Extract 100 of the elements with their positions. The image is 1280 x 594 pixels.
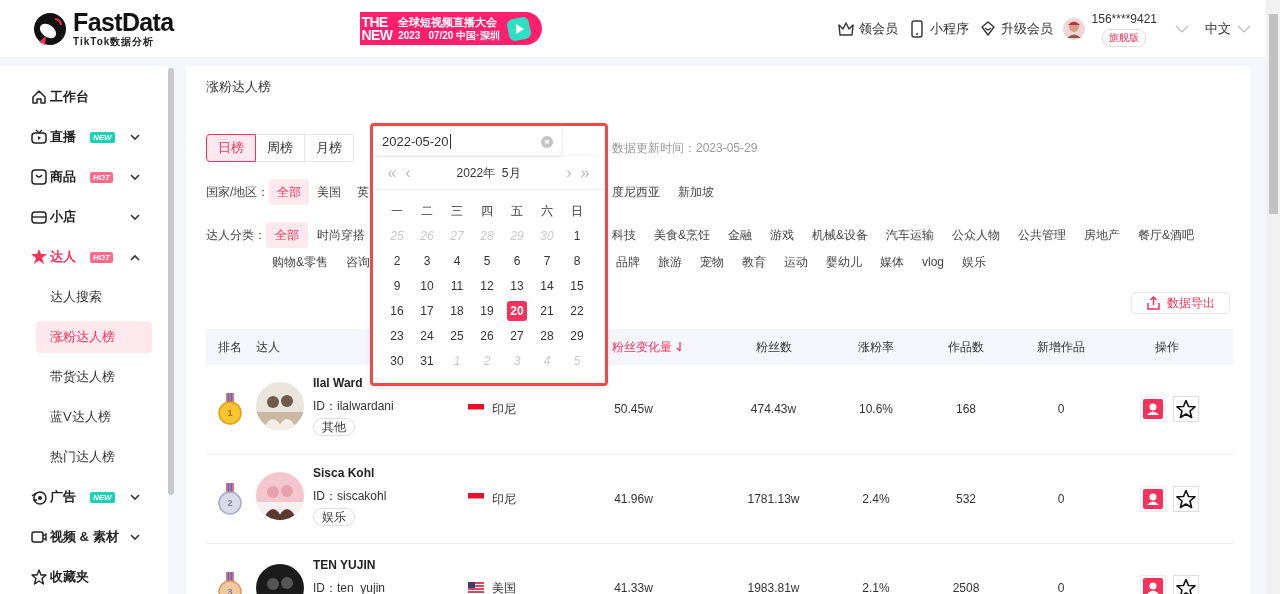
filter-option[interactable]: 美食&烹饪	[645, 222, 719, 248]
filter-option[interactable]: 购物&零售	[263, 249, 337, 275]
calendar-day[interactable]: 17	[417, 300, 437, 321]
calendar-day[interactable]: 7	[537, 250, 557, 271]
sidebar-subitem[interactable]: 达人搜索	[36, 281, 152, 313]
calendar-day[interactable]: 28	[537, 325, 557, 346]
filter-option[interactable]: 汽车运输	[877, 222, 944, 248]
nav-link[interactable]: 小程序	[907, 18, 969, 39]
calendar-day[interactable]: 4	[447, 250, 467, 271]
creator-name[interactable]: TEN YUJIN	[313, 555, 376, 574]
sidebar-subitem[interactable]: 热门达人榜	[36, 441, 152, 473]
calendar-day[interactable]: 9	[387, 275, 407, 296]
calendar-day[interactable]: 24	[417, 325, 437, 346]
filter-option[interactable]: 度尼西亚	[603, 179, 669, 205]
sidebar-item[interactable]: 工作台	[0, 77, 168, 117]
calendar-day[interactable]: 2	[387, 250, 407, 271]
promo-banner[interactable]: THE NEW 全球短视频直播大会 2023 07/20 中国·深圳	[359, 12, 542, 45]
calendar-day[interactable]: 22	[567, 300, 587, 321]
column-header[interactable]: 达人	[256, 338, 280, 356]
filter-option[interactable]: 游戏	[761, 222, 803, 248]
calendar-day[interactable]: 5	[477, 250, 497, 271]
sidebar-item[interactable]: 达人 HOT	[0, 237, 168, 277]
column-header[interactable]: 作品数	[948, 338, 984, 356]
filter-option[interactable]: 机械&设备	[803, 222, 878, 248]
filter-option[interactable]: 旅游	[649, 249, 691, 275]
filter-option[interactable]: 宠物	[691, 249, 733, 275]
filter-option[interactable]: 时尚穿搭	[308, 222, 374, 248]
sidebar-subitem[interactable]: 蓝V达人榜	[36, 401, 152, 433]
column-header[interactable]: 粉丝变化量	[612, 338, 684, 356]
calendar-day[interactable]: 19	[477, 300, 497, 321]
calendar-day[interactable]: 12	[477, 275, 497, 296]
filter-option[interactable]: 公众人物	[943, 222, 1010, 248]
creator-name[interactable]: Ilal Ward	[313, 374, 363, 393]
calendar-day[interactable]: 3	[417, 250, 437, 271]
sidebar-item[interactable]: 商品 HOT	[0, 157, 168, 197]
favorite-button[interactable]	[1172, 396, 1199, 423]
language-select[interactable]: 中文	[1205, 18, 1251, 39]
filter-option[interactable]: 科技	[603, 222, 645, 248]
sidebar-subitem[interactable]: 带货达人榜	[36, 361, 152, 393]
chevron-down-icon	[1237, 23, 1251, 34]
filter-option[interactable]: 运动	[775, 249, 817, 275]
calendar-day[interactable]: 20	[507, 300, 527, 321]
calendar-day[interactable]: 13	[507, 275, 527, 296]
filter-option[interactable]: 公共管理	[1009, 222, 1076, 248]
column-header[interactable]: 排名	[218, 338, 242, 356]
filter-option[interactable]: 美国	[309, 179, 350, 205]
calendar-day[interactable]: 14	[537, 275, 557, 296]
creator-name[interactable]: Sisca Kohl	[313, 463, 375, 482]
filter-option[interactable]: 餐厅&酒吧	[1129, 222, 1204, 248]
nav-link[interactable]: 升级会员	[978, 18, 1053, 39]
export-button[interactable]: 数据导出	[1131, 292, 1230, 314]
column-header[interactable]: 涨粉率	[858, 338, 894, 356]
calendar-day[interactable]: 6	[507, 250, 527, 271]
calendar-day[interactable]: 25	[447, 325, 467, 346]
profile-button[interactable]	[1139, 574, 1166, 594]
calendar-day[interactable]: 21	[537, 300, 557, 321]
calendar-day[interactable]: 30	[387, 350, 407, 371]
filter-option[interactable]: 咨询	[337, 249, 379, 275]
calendar-day[interactable]: 1	[567, 225, 587, 246]
column-header[interactable]: 粉丝数	[755, 338, 792, 356]
logo-icon	[33, 11, 67, 46]
column-header[interactable]: 新增作品	[1037, 338, 1085, 356]
favorite-button[interactable]	[1172, 574, 1199, 594]
calendar-day[interactable]: 11	[447, 275, 467, 296]
calendar-day[interactable]: 18	[447, 300, 467, 321]
calendar-day[interactable]: 26	[477, 325, 497, 346]
calendar-day[interactable]: 31	[417, 350, 437, 371]
profile-button[interactable]	[1139, 396, 1166, 423]
nav-link[interactable]: 领会员	[836, 18, 898, 39]
calendar-day[interactable]: 23	[387, 325, 407, 346]
column-header[interactable]: 操作	[1155, 338, 1179, 356]
scrollbar[interactable]	[1266, 0, 1280, 594]
filter-option[interactable]: 品牌	[607, 249, 649, 275]
filter-option[interactable]: 金融	[719, 222, 761, 248]
calendar-day[interactable]: 10	[417, 275, 437, 296]
calendar-day[interactable]: 16	[387, 300, 407, 321]
calendar-day[interactable]: 8	[567, 250, 587, 271]
filter-option[interactable]: 英	[349, 179, 370, 205]
sidebar-item[interactable]: 直播 NEW	[0, 117, 168, 157]
filter-option[interactable]: 新加坡	[669, 179, 723, 205]
sidebar-item[interactable]: 收藏夹	[0, 557, 168, 594]
filter-option[interactable]: 娱乐	[953, 249, 995, 275]
scrollbar-thumb[interactable]	[168, 68, 174, 495]
filter-option[interactable]: 媒体	[871, 249, 913, 275]
filter-option[interactable]: vlog	[913, 249, 953, 275]
period-tab[interactable]: 周榜	[255, 134, 305, 162]
favorite-button[interactable]	[1172, 485, 1199, 512]
sidebar-item[interactable]: 小店	[0, 197, 168, 237]
profile-button[interactable]	[1139, 485, 1166, 512]
scrollbar-thumb[interactable]	[1268, 14, 1278, 214]
calendar-day[interactable]: 15	[567, 275, 587, 296]
sidebar-item[interactable]: 广告 NEW	[0, 477, 168, 517]
filter-option[interactable]: 房地产	[1075, 222, 1130, 248]
calendar-day[interactable]: 27	[507, 325, 527, 346]
sidebar-item[interactable]: 视频 & 素材	[0, 517, 168, 557]
filter-option[interactable]: 婴幼儿	[817, 249, 871, 275]
date-input[interactable]: 2022-05-20	[372, 126, 563, 157]
filter-option[interactable]: 教育	[733, 249, 775, 275]
calendar-day[interactable]: 29	[567, 325, 587, 346]
period-tab[interactable]: 月榜	[304, 134, 354, 162]
